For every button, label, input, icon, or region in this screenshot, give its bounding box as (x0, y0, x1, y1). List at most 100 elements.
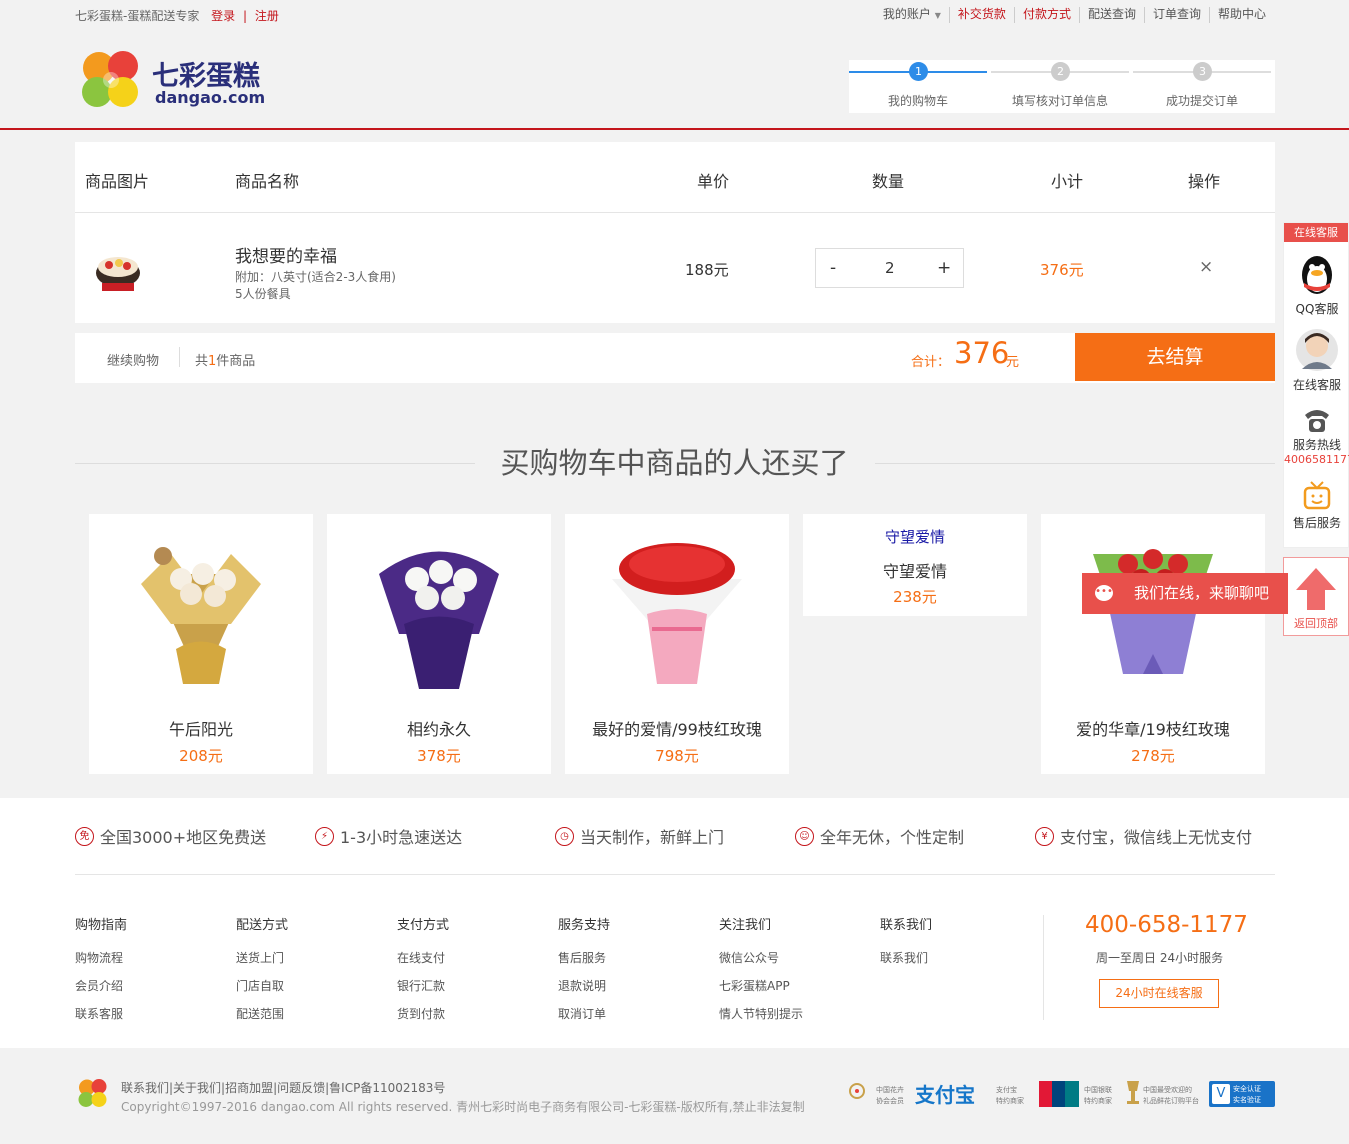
step-label: 成功提交订单 (1165, 94, 1238, 108)
top-brand: 七彩蛋糕-蛋糕配送专家 登录 | 注册 (75, 7, 279, 24)
footer-link[interactable]: 在线支付 (397, 949, 449, 966)
chevron-down-icon: ▼ (934, 11, 941, 20)
agent-avatar-icon (1296, 329, 1338, 371)
nav-my-account[interactable]: 我的账户 ▼ (875, 7, 949, 23)
telephone-icon (1305, 410, 1329, 432)
top-bar: 七彩蛋糕-蛋糕配送专家 登录 | 注册 我的账户 ▼ 补交货款 付款方式 配送查… (0, 0, 1349, 30)
cfa-badge-text: 中国花卉 协会会员 (876, 1086, 904, 1105)
product-title[interactable]: 最好的爱情/99枝红玫瑰 (565, 716, 789, 740)
product-title[interactable]: 爱的华章/19枝红玫瑰 (1041, 716, 1265, 740)
hotline-number-side: 4006581177 (1284, 453, 1349, 466)
bouquet-image[interactable] (131, 534, 271, 694)
cart-table: 商品图片 商品名称 单价 数量 小计 操作 我想要的幸福 附加：八英寸(适合2-… (75, 142, 1275, 323)
broken-image-alt[interactable]: 守望爱情 (803, 526, 1027, 547)
bouquet-image[interactable] (607, 534, 747, 694)
online-service-button[interactable]: 在线客服 (1284, 327, 1349, 393)
bouquet-image[interactable] (1083, 534, 1223, 694)
continue-shopping-link[interactable]: 继续购物 (107, 350, 159, 369)
login-link[interactable]: 登录 (211, 9, 235, 23)
footer-link[interactable]: 联系我们 (880, 949, 932, 966)
sidebar-title: 在线客服 (1284, 223, 1348, 242)
after-sales-button[interactable]: 售后服务 (1284, 479, 1349, 531)
back-to-top-button[interactable]: 返回顶部 (1283, 557, 1349, 636)
product-card[interactable]: 午后阳光 208元 (89, 514, 313, 774)
footer-link[interactable]: 退款说明 (558, 977, 610, 994)
service-custom: ☺ 全年无休，个性定制 (795, 824, 964, 848)
delete-icon[interactable]: × (1199, 257, 1213, 277)
bottom-links[interactable]: 联系我们|关于我们|招商加盟|问题反馈|鲁ICP备11002183号 (121, 1079, 445, 1096)
nav-delivery-query[interactable]: 配送查询 (1078, 7, 1144, 23)
product-card[interactable]: 最好的爱情/99枝红玫瑰 798元 (565, 514, 789, 774)
total-unit: 元 (1006, 355, 1020, 370)
qty-input[interactable]: 2 (885, 259, 895, 277)
step-number: 3 (1193, 62, 1212, 81)
chat-bubble-icon: ••• (1095, 585, 1113, 601)
site-slogan: 七彩蛋糕-蛋糕配送专家 (75, 9, 200, 23)
product-name[interactable]: 我想要的幸福 (235, 242, 337, 267)
col-action: 操作 (1188, 172, 1221, 191)
footer-link[interactable]: 配送范围 (236, 1005, 288, 1022)
qq-service-label: QQ客服 (1295, 302, 1339, 316)
footer-col-follow: 关注我们 微信公众号 七彩蛋糕APP 情人节特别提示 (719, 914, 803, 1033)
col-name: 商品名称 (235, 172, 300, 191)
product-card[interactable]: 爱的华章/19枝红玫瑰 278元 (1041, 514, 1265, 774)
arrow-up-icon (1296, 568, 1336, 610)
step-fill-order: 2 填写核对订单信息 (991, 60, 1133, 113)
footer-link[interactable]: 购物流程 (75, 949, 127, 966)
product-thumbnail[interactable] (93, 245, 143, 295)
nav-help-center[interactable]: 帮助中心 (1208, 7, 1274, 23)
verify-badge: V 安全认证 实名验证 (1209, 1081, 1275, 1107)
online-service-button[interactable]: 24小时在线客服 (1099, 979, 1219, 1008)
register-link[interactable]: 注册 (255, 9, 279, 23)
copyright: Copyright©1997-2016 dangao.com All right… (121, 1100, 805, 1114)
footer-link[interactable]: 取消订单 (558, 1005, 610, 1022)
product-card[interactable]: 守望爱情 守望爱情 238元 (803, 514, 1027, 616)
step-number: 2 (1051, 62, 1070, 81)
product-title[interactable]: 午后阳光 (89, 716, 313, 740)
subtotal: 376元 (1040, 261, 1084, 279)
bottom-bar: 联系我们|关于我们|招商加盟|问题反馈|鲁ICP备11002183号 Copyr… (0, 1048, 1349, 1144)
footer-link[interactable]: 银行汇款 (397, 977, 449, 994)
total-label: 合计： (911, 355, 951, 370)
product-tableware: 5人份餐具 (235, 287, 291, 301)
col-qty: 数量 (872, 172, 905, 191)
service-payment: ¥ 支付宝，微信线上无忧支付 (1035, 824, 1252, 848)
product-card[interactable]: 相约永久 378元 (327, 514, 551, 774)
alipay-badge-text: 支付宝 特约商家 (996, 1086, 1024, 1105)
product-price: 208元 (179, 747, 223, 765)
footer-link[interactable]: 门店自取 (236, 977, 288, 994)
chat-popup-button[interactable]: ••• 我们在线，来聊聊吧 (1082, 573, 1288, 614)
nav-payment-methods[interactable]: 付款方式 (1013, 7, 1079, 23)
footer-link[interactable]: 送货上门 (236, 949, 288, 966)
free-icon: 免 (75, 826, 94, 846)
step-label: 我的购物车 (887, 94, 948, 108)
footer-link[interactable]: 货到付款 (397, 1005, 449, 1022)
qq-service-button[interactable]: QQ客服 (1284, 253, 1349, 317)
nav-pay-balance[interactable]: 补交货款 (948, 7, 1014, 23)
yen-icon: ¥ (1035, 826, 1054, 846)
footer-link[interactable]: 联系客服 (75, 1005, 127, 1022)
footer-link[interactable]: 会员介绍 (75, 977, 127, 994)
nav-my-account-label: 我的账户 (882, 7, 931, 21)
quantity-stepper: - 2 + (815, 248, 964, 288)
footer-link[interactable]: 七彩蛋糕APP (719, 977, 803, 994)
footer-link[interactable]: 售后服务 (558, 949, 610, 966)
product-title[interactable]: 相约永久 (327, 716, 551, 740)
tv-smile-icon (1303, 481, 1331, 510)
footer-link[interactable]: 微信公众号 (719, 949, 803, 966)
product-price: 378元 (417, 747, 461, 765)
product-title[interactable]: 守望爱情 (803, 558, 1027, 582)
divider (1043, 915, 1044, 1020)
bouquet-image[interactable] (369, 534, 509, 694)
service-hours: 周一至周日 24小时服务 (1096, 951, 1224, 965)
checkout-button[interactable]: 去结算 (1075, 333, 1275, 381)
nav-order-query[interactable]: 订单查询 (1143, 7, 1209, 23)
after-sales-label: 售后服务 (1292, 516, 1341, 530)
qty-minus-button[interactable]: - (830, 258, 836, 278)
footer-link[interactable]: 情人节特别提示 (719, 1005, 803, 1022)
logo-flower-icon[interactable] (75, 48, 147, 114)
footer-col-support: 服务支持 售后服务 退款说明 取消订单 (558, 914, 610, 1033)
alipay-logo: 支付宝 (915, 1083, 975, 1107)
qty-plus-button[interactable]: + (937, 258, 951, 278)
item-count: 共1件商品 (195, 354, 256, 369)
